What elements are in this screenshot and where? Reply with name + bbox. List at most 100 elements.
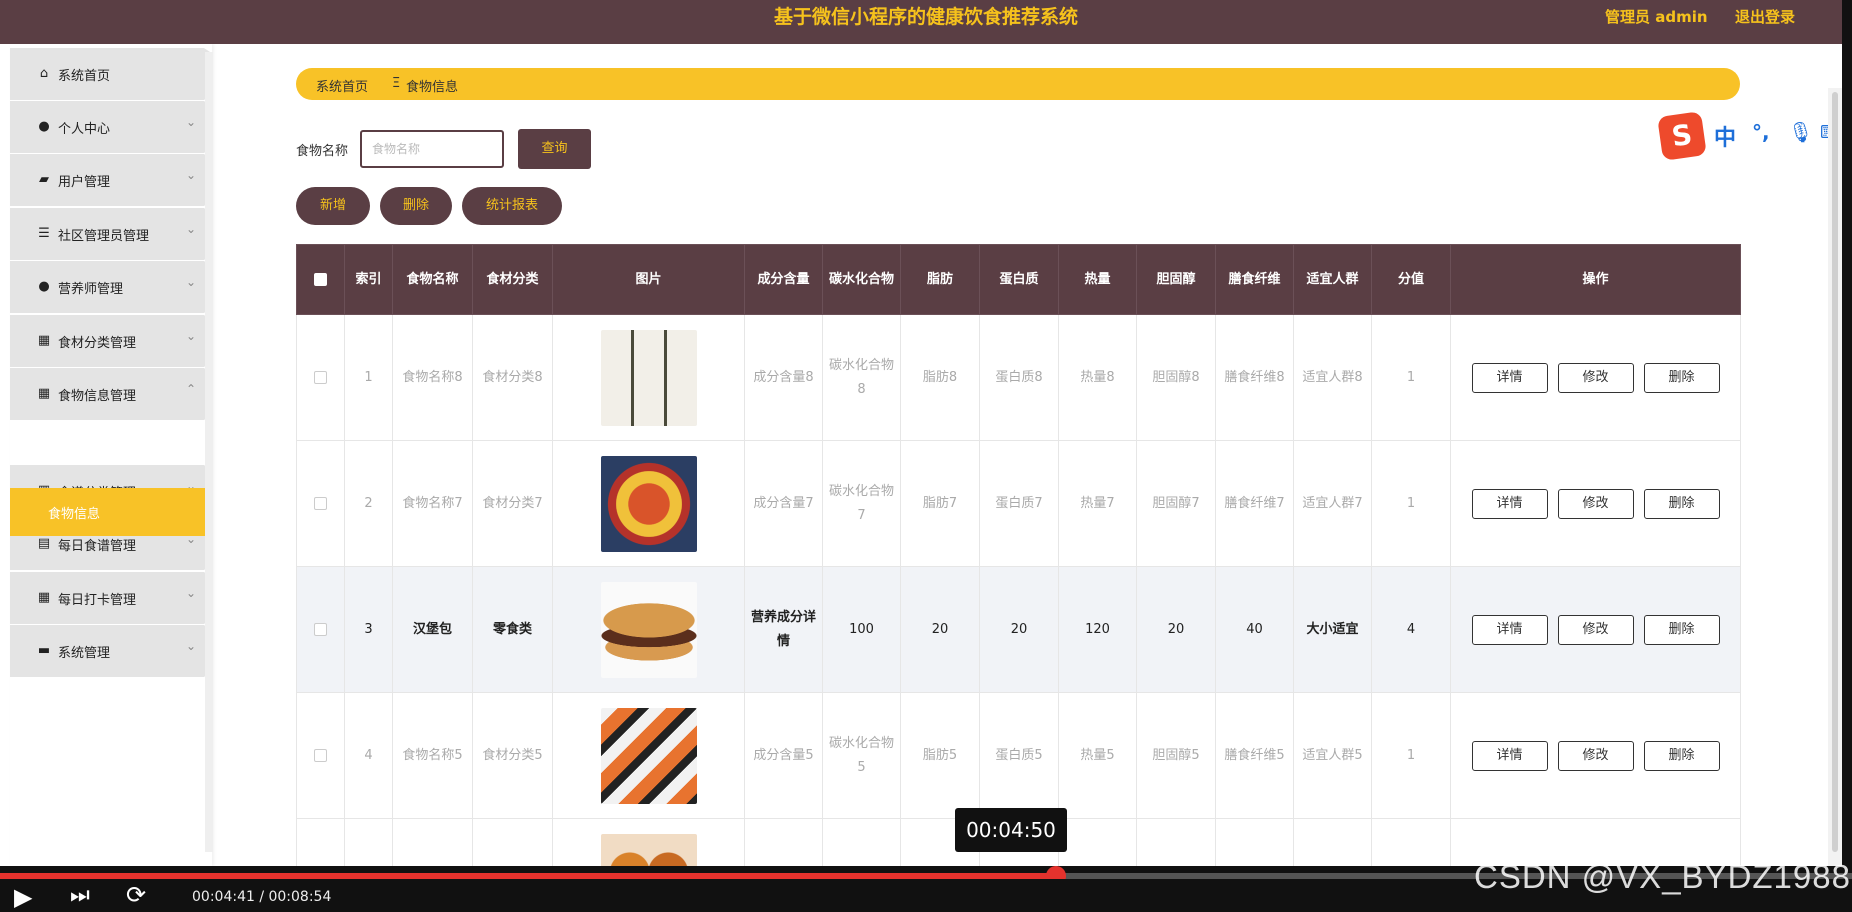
select-all-checkbox[interactable] bbox=[314, 272, 327, 286]
sidebar-item-11[interactable]: ▬ 系统管理 ⌄ bbox=[10, 625, 212, 677]
frame-edge bbox=[1842, 0, 1852, 866]
cell-crowd: 大小适宜 bbox=[1293, 566, 1372, 693]
sidebar-item-3[interactable]: ▰ 用户管理 ⌄ bbox=[10, 154, 212, 206]
edit-button[interactable]: 修改 bbox=[1557, 362, 1634, 393]
logout-link[interactable]: 退出登录 bbox=[1735, 6, 1795, 27]
sidebar-item-label: 营养师管理 bbox=[58, 282, 124, 297]
edit-button[interactable]: 修改 bbox=[1557, 614, 1634, 645]
cell-fiber: 膳食纤维5 bbox=[1215, 692, 1294, 819]
cell-crowd: 适宜人群5 bbox=[1293, 692, 1372, 819]
sidebar-item-10[interactable]: ▦ 每日打卡管理 ⌄ bbox=[10, 572, 212, 624]
row-select-cell bbox=[296, 440, 345, 567]
chevron-up-icon[interactable]: ⌃ bbox=[186, 382, 196, 396]
cell-category: 食材分类7 bbox=[472, 440, 553, 567]
seek-hover-time: 00:04:50 bbox=[955, 808, 1067, 852]
delete-button[interactable]: 删除 bbox=[1643, 362, 1720, 393]
sidebar-item-label: 社区管理员管理 bbox=[58, 229, 150, 244]
delete-button[interactable]: 删除 bbox=[1643, 740, 1720, 771]
cell-carbs: 碳水化合物7 bbox=[822, 440, 901, 567]
row-checkbox[interactable] bbox=[314, 748, 327, 762]
detail-button[interactable]: 详情 bbox=[1471, 740, 1548, 771]
cell-category: 食材分类8 bbox=[472, 314, 553, 441]
cell-category: 食材分类 bbox=[472, 818, 553, 866]
sidebar-item-4[interactable]: ☰ 社区管理员管理 ⌄ bbox=[10, 208, 212, 260]
column-header: 图片 bbox=[552, 244, 745, 315]
chevron-down-icon[interactable]: ⌄ bbox=[186, 639, 196, 653]
sidebar-item-label: 个人中心 bbox=[58, 122, 111, 137]
cell-calories: 热量8 bbox=[1058, 314, 1137, 441]
breadcrumb: 系统首页 Ξ 食物信息 bbox=[296, 68, 1740, 100]
food-thumbnail-stir-fry-plate[interactable] bbox=[600, 455, 697, 552]
table-row[interactable]: 3 汉堡包 零食类 营养成分详情 100 20 20 120 20 40 大小适宜 4 详情 修改 删除 bbox=[296, 566, 1741, 693]
add-button[interactable]: 新增 bbox=[296, 187, 370, 225]
image-cell bbox=[552, 692, 745, 819]
sidebar-item-7[interactable]: ▦ 食物信息管理 ⌃ bbox=[10, 368, 212, 420]
delete-button[interactable]: 删除 bbox=[1643, 488, 1720, 519]
loop-icon[interactable]: ⟳ bbox=[126, 881, 146, 909]
image-cell bbox=[552, 314, 745, 441]
cell-content: 成分含量 bbox=[744, 818, 823, 866]
sidebar-item-label: 系统管理 bbox=[58, 646, 111, 661]
row-checkbox[interactable] bbox=[314, 370, 327, 384]
cell-fat: 脂肪5 bbox=[900, 692, 980, 819]
bulk-delete-button[interactable]: 删除 bbox=[380, 187, 452, 225]
cell-fat: 脂肪8 bbox=[900, 314, 980, 441]
ime-punctuation-toggle[interactable]: °, bbox=[1752, 120, 1770, 144]
ime-toolbar: S 中 °, 🎙 ⌨ bbox=[1657, 111, 1852, 161]
sogou-logo-icon[interactable]: S bbox=[1657, 111, 1707, 161]
cell-score: 1 bbox=[1371, 440, 1451, 567]
chevron-down-icon[interactable]: ⌄ bbox=[186, 329, 196, 343]
mic-icon[interactable]: 🎙 bbox=[1788, 120, 1813, 144]
table-row[interactable]: 4 食物名称5 食材分类5 成分含量5 碳水化合物5 脂肪5 蛋白质5 热量5 胆固醇5 膳食纤维… bbox=[296, 692, 1741, 819]
page-scrollbar-thumb[interactable] bbox=[1832, 92, 1838, 852]
cell-carbs: 碳水化合 bbox=[822, 818, 901, 866]
sidebar-item-2[interactable]: ● 个人中心 ⌄ bbox=[10, 101, 212, 153]
table-row[interactable]: 1 食物名称8 食材分类8 成分含量8 碳水化合物8 脂肪8 蛋白质8 热量8 胆固醇8 膳食纤维… bbox=[296, 314, 1741, 441]
cell-score: 4 bbox=[1371, 566, 1451, 693]
row-checkbox[interactable] bbox=[314, 496, 327, 510]
sidebar-item-5[interactable]: ● 营养师管理 ⌄ bbox=[10, 261, 212, 313]
table-row[interactable]: 2 食物名称7 食材分类7 成分含量7 碳水化合物7 脂肪7 蛋白质7 热量7 胆固醇7 膳食纤维… bbox=[296, 440, 1741, 567]
next-icon[interactable]: ⏭ bbox=[70, 883, 90, 908]
detail-button[interactable]: 详情 bbox=[1471, 614, 1548, 645]
row-actions-cell: 详情修改删除 bbox=[1450, 314, 1741, 441]
breadcrumb-home[interactable]: 系统首页 bbox=[316, 76, 368, 95]
sidebar-item-1[interactable]: ⌂ 系统首页 bbox=[10, 48, 212, 100]
cell-calories bbox=[1058, 818, 1137, 866]
detail-button[interactable]: 详情 bbox=[1471, 362, 1548, 393]
edit-button[interactable]: 修改 bbox=[1557, 740, 1634, 771]
column-header: 分值 bbox=[1371, 244, 1451, 315]
cell-content: 成分含量7 bbox=[744, 440, 823, 567]
food-thumbnail-salmon-sushi[interactable] bbox=[600, 707, 697, 804]
sidebar-scrollbar[interactable] bbox=[205, 52, 213, 852]
report-button[interactable]: 统计报表 bbox=[462, 187, 562, 225]
edit-button[interactable]: 修改 bbox=[1557, 488, 1634, 519]
food-name-search-input[interactable] bbox=[360, 130, 504, 168]
chevron-down-icon[interactable]: ⌄ bbox=[186, 586, 196, 600]
chevron-down-icon[interactable]: ⌄ bbox=[186, 168, 196, 182]
food-thumbnail-dumpling-grid[interactable] bbox=[600, 329, 697, 426]
food-thumbnail-baked-buns[interactable] bbox=[600, 833, 697, 866]
ime-language-toggle[interactable]: 中 bbox=[1714, 120, 1736, 152]
sliders-icon: ☰ bbox=[38, 226, 50, 241]
cell-fiber: 膳食纤维 bbox=[1215, 818, 1294, 866]
cell-index: 3 bbox=[344, 566, 393, 693]
sidebar-item-label: 系统首页 bbox=[58, 69, 111, 84]
image-cell bbox=[552, 818, 745, 866]
cell-crowd: 适宜人群7 bbox=[1293, 440, 1372, 567]
delete-button[interactable]: 删除 bbox=[1643, 614, 1720, 645]
chevron-down-icon[interactable]: ⌄ bbox=[186, 115, 196, 129]
cell-score: 1 bbox=[1371, 692, 1451, 819]
sidebar-subitem-food-info[interactable]: 食物信息 bbox=[10, 488, 212, 536]
chevron-down-icon[interactable]: ⌄ bbox=[186, 222, 196, 236]
chevron-down-icon[interactable]: ⌄ bbox=[186, 275, 196, 289]
food-thumbnail-hamburger[interactable] bbox=[600, 581, 697, 678]
row-checkbox[interactable] bbox=[314, 622, 327, 636]
csdn-watermark: CSDN @VX_BYDZ1988 bbox=[1474, 858, 1851, 895]
sidebar-item-6[interactable]: ▦ 食材分类管理 ⌄ bbox=[10, 315, 212, 367]
play-icon[interactable]: ▶ bbox=[14, 883, 32, 911]
select-all-header[interactable] bbox=[296, 244, 345, 315]
grid-icon: ▦ bbox=[37, 333, 51, 348]
detail-button[interactable]: 详情 bbox=[1471, 488, 1548, 519]
query-button[interactable]: 查询 bbox=[518, 129, 591, 169]
